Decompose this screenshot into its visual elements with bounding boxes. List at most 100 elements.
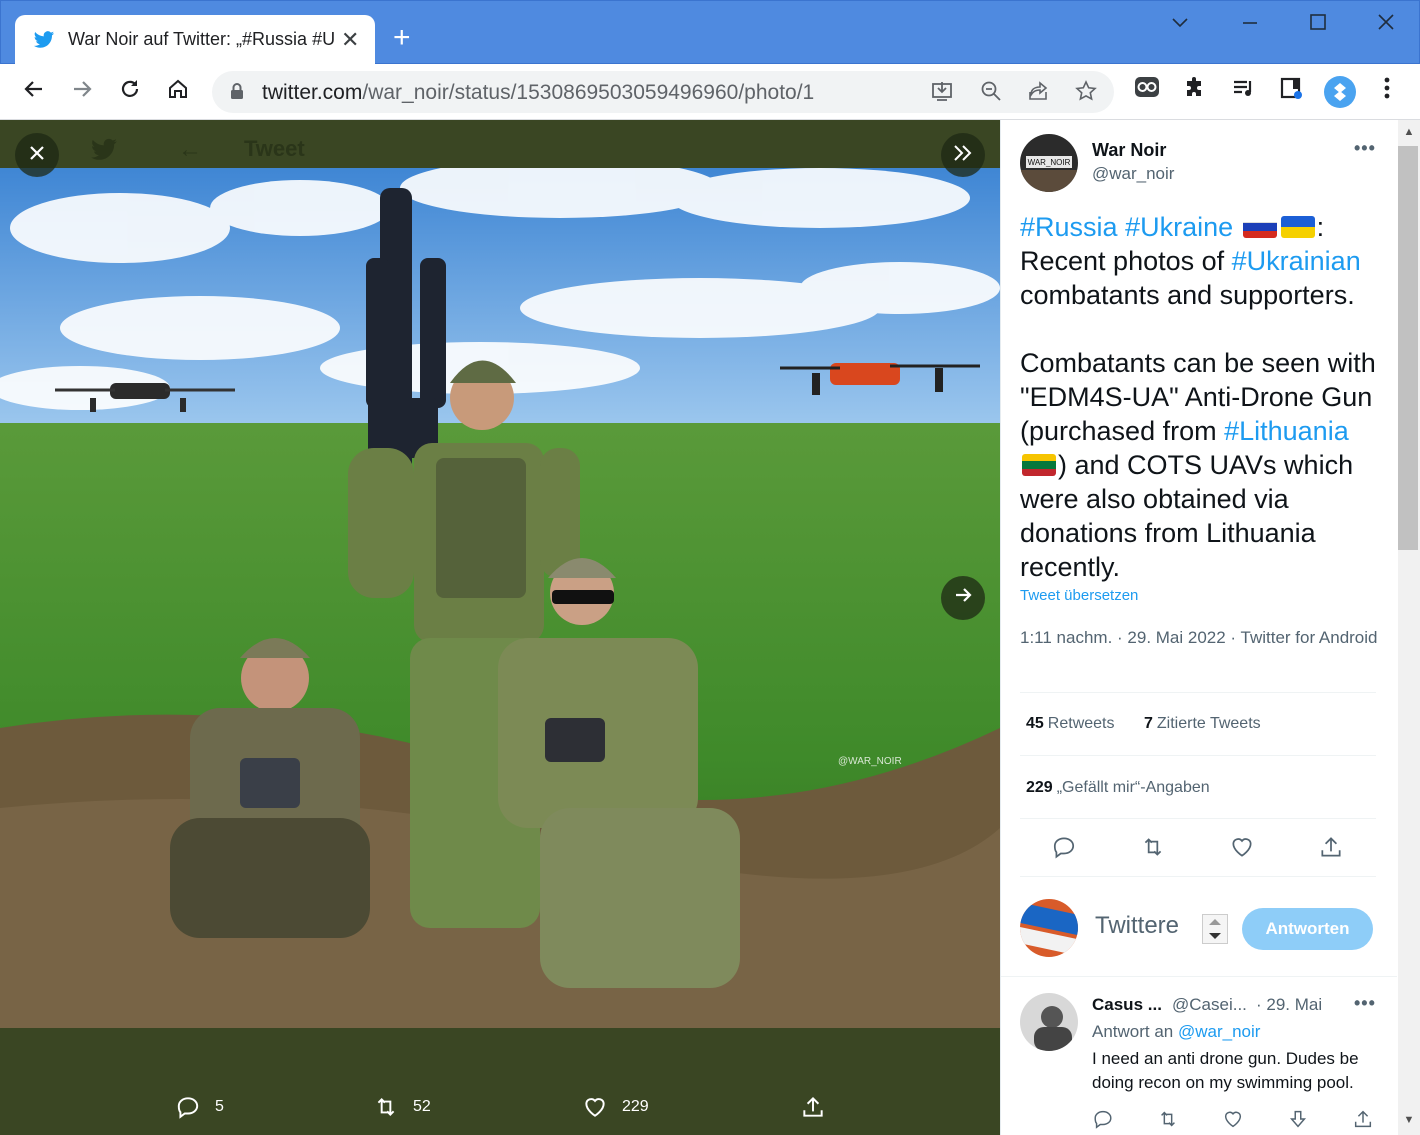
reply-downvote-button[interactable] <box>1287 1108 1311 1132</box>
tweet-timestamp[interactable]: 1:11 nachm. · 29. Mai 2022 · Twitter for… <box>1020 626 1380 650</box>
my-avatar[interactable] <box>1020 899 1078 957</box>
viewer-retweet-button[interactable]: 52 <box>373 1094 431 1120</box>
downvote-arrow-icon <box>1289 1110 1307 1128</box>
reply-to-prefix: Antwort an <box>1092 1022 1178 1041</box>
retweets-label: Retweets <box>1047 715 1115 732</box>
reply-to-handle[interactable]: @war_noir <box>1178 1022 1260 1041</box>
reply-icon <box>177 1097 199 1119</box>
share-button[interactable] <box>1318 834 1348 864</box>
url-text[interactable]: twitter.com/war_noir/status/153086950305… <box>262 81 814 105</box>
next-image-button[interactable] <box>941 576 985 620</box>
reply-author-handle[interactable]: @Casei... <box>1172 995 1247 1015</box>
hashtag-lithuania[interactable]: #Lithuania <box>1224 416 1349 446</box>
lock-icon <box>231 83 243 99</box>
divider <box>1020 818 1376 819</box>
double-chevron-right-icon <box>954 145 972 161</box>
retweet-icon <box>1144 838 1162 856</box>
reply-submit-button[interactable]: Antworten <box>1242 908 1373 950</box>
author-handle[interactable]: @war_noir <box>1092 164 1174 184</box>
translate-link[interactable]: Tweet übersetzen <box>1020 587 1138 604</box>
tweet-line2a: Recent photos of <box>1020 246 1232 276</box>
url-path: /war_noir/status/1530869503059496960/pho… <box>362 81 815 104</box>
tweet-para2b: ) and COTS UAVs which were also obtained… <box>1020 450 1354 582</box>
home-button[interactable] <box>160 74 196 110</box>
reply-author-name[interactable]: Casus ... <box>1092 995 1162 1015</box>
reload-button[interactable] <box>112 74 148 110</box>
reply-avatar[interactable] <box>1020 993 1078 1051</box>
share-page-icon[interactable] <box>1025 80 1051 106</box>
like-button[interactable] <box>1229 834 1259 864</box>
twitter-logo-icon <box>88 136 120 171</box>
reply-retweet-button[interactable] <box>1157 1108 1181 1132</box>
ghost-header-title: Tweet <box>244 136 305 161</box>
tweet-text: #Russia #Ukraine : Recent photos of #Ukr… <box>1020 210 1392 584</box>
install-icon[interactable] <box>929 80 955 106</box>
address-bar[interactable]: twitter.com/war_noir/status/153086950305… <box>212 71 1114 113</box>
arrow-left-icon <box>24 81 42 97</box>
arrow-right-icon <box>956 588 972 602</box>
close-viewer-button[interactable] <box>15 133 59 177</box>
viewer-share-button[interactable] <box>800 1094 826 1120</box>
profile-avatar-icon[interactable] <box>1324 76 1356 108</box>
viewer-reply-button[interactable]: 5 <box>175 1094 224 1120</box>
reply-to-line: Antwort an @war_noir <box>1092 1022 1260 1042</box>
viewer-like-button[interactable]: 229 <box>582 1094 649 1120</box>
like-icon <box>1224 1111 1242 1128</box>
quotes-label: Zitierte Tweets <box>1156 715 1261 732</box>
reply-more-icon[interactable]: ••• <box>1354 993 1376 1014</box>
reply-button[interactable] <box>1051 834 1081 864</box>
browser-tab[interactable]: War Noir auf Twitter: „#Russia #U ✕ <box>15 15 375 65</box>
retweets-stat[interactable]: 45 Retweets <box>1026 715 1115 733</box>
scroll-up-icon[interactable]: ▲ <box>1402 126 1416 140</box>
tweet-line3: combatants and supporters. <box>1020 280 1355 310</box>
author-name[interactable]: War Noir <box>1092 140 1166 161</box>
scroll-spinner[interactable] <box>1202 914 1228 944</box>
more-options-icon[interactable]: ••• <box>1354 138 1376 159</box>
likes-label: „Gefällt mir“-Angaben <box>1056 779 1210 796</box>
chevron-down-icon[interactable] <box>1155 11 1205 41</box>
bookmark-star-icon[interactable] <box>1073 80 1099 106</box>
reply-like-button[interactable] <box>1222 1108 1246 1132</box>
expand-sidebar-button[interactable] <box>941 133 985 177</box>
browser-titlebar: War Noir auf Twitter: „#Russia #U ✕ + <box>0 0 1420 65</box>
hashtag-ukraine[interactable]: #Ukraine <box>1125 212 1233 242</box>
hashtag-russia[interactable]: #Russia <box>1020 212 1118 242</box>
russia-flag-icon <box>1242 216 1277 238</box>
scrollbar-thumb[interactable] <box>1398 146 1418 550</box>
likes-count: 229 <box>1026 779 1053 796</box>
scroll-down-icon[interactable]: ▼ <box>1402 1114 1416 1128</box>
minimize-icon[interactable] <box>1225 11 1275 41</box>
hashtag-ukrainian[interactable]: #Ukrainian <box>1232 246 1361 276</box>
share-icon <box>803 1096 823 1117</box>
reply-date[interactable]: · 29. Mai <box>1256 995 1322 1015</box>
reply-reply-button[interactable] <box>1092 1108 1116 1132</box>
retweet-icon <box>1161 1111 1175 1127</box>
retweets-count: 45 <box>1026 715 1044 732</box>
zoom-icon[interactable] <box>978 80 1004 106</box>
menu-kebab-icon[interactable] <box>1372 76 1402 106</box>
likes-stat[interactable]: 229 „Gefällt mir“-Angaben <box>1026 779 1210 797</box>
reply-text: I need an anti drone gun. Dudes be doing… <box>1092 1049 1359 1092</box>
media-queue-icon[interactable] <box>1228 76 1258 106</box>
extension-glasses-icon[interactable] <box>1132 76 1162 106</box>
window-close-icon[interactable] <box>1361 11 1411 41</box>
extensions-puzzle-icon[interactable] <box>1180 76 1210 106</box>
quotes-stat[interactable]: 7 Zitierte Tweets <box>1144 715 1261 733</box>
maximize-icon[interactable] <box>1293 11 1343 41</box>
close-icon <box>30 146 44 160</box>
reading-list-icon[interactable] <box>1276 76 1306 106</box>
reply-input[interactable]: Twittere <box>1095 912 1179 940</box>
media-viewer: ← Tweet @WAR_NOIR 5 52 229 <box>0 120 1000 1135</box>
new-tab-button[interactable]: + <box>393 23 411 53</box>
author-avatar[interactable]: WAR_NOIR <box>1020 134 1078 192</box>
reply-share-button[interactable] <box>1352 1108 1376 1132</box>
back-button[interactable] <box>16 74 52 110</box>
back-arrow-icon: ← <box>178 136 202 163</box>
retweet-button[interactable] <box>1140 834 1170 864</box>
tab-title: War Noir auf Twitter: „#Russia #U <box>68 29 336 49</box>
reload-icon <box>121 80 139 97</box>
photo-watermark: @WAR_NOIR <box>838 756 902 767</box>
tab-close-icon[interactable]: ✕ <box>341 27 359 53</box>
forward-button[interactable] <box>64 74 100 110</box>
tweet-photo[interactable]: @WAR_NOIR <box>0 168 1000 1028</box>
